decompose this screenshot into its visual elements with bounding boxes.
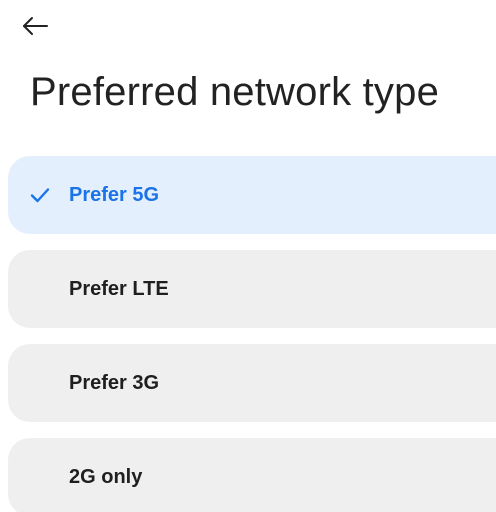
option-label: Prefer 3G [69,371,160,394]
option-prefer-lte[interactable]: Prefer LTE [8,250,496,328]
page-title: Preferred network type [30,70,440,114]
checkmark-icon [30,187,50,203]
network-type-options: Prefer 5G Prefer LTE Prefer 3G 2G only [8,156,496,512]
option-label: 2G only [69,465,143,488]
option-label: Prefer 5G [69,183,160,206]
option-2g-only[interactable]: 2G only [8,438,496,512]
arrow-left-icon [22,16,48,36]
option-label: Prefer LTE [69,277,169,300]
back-button[interactable] [22,8,62,44]
option-prefer-3g[interactable]: Prefer 3G [8,344,496,422]
option-prefer-5g[interactable]: Prefer 5G [8,156,496,234]
